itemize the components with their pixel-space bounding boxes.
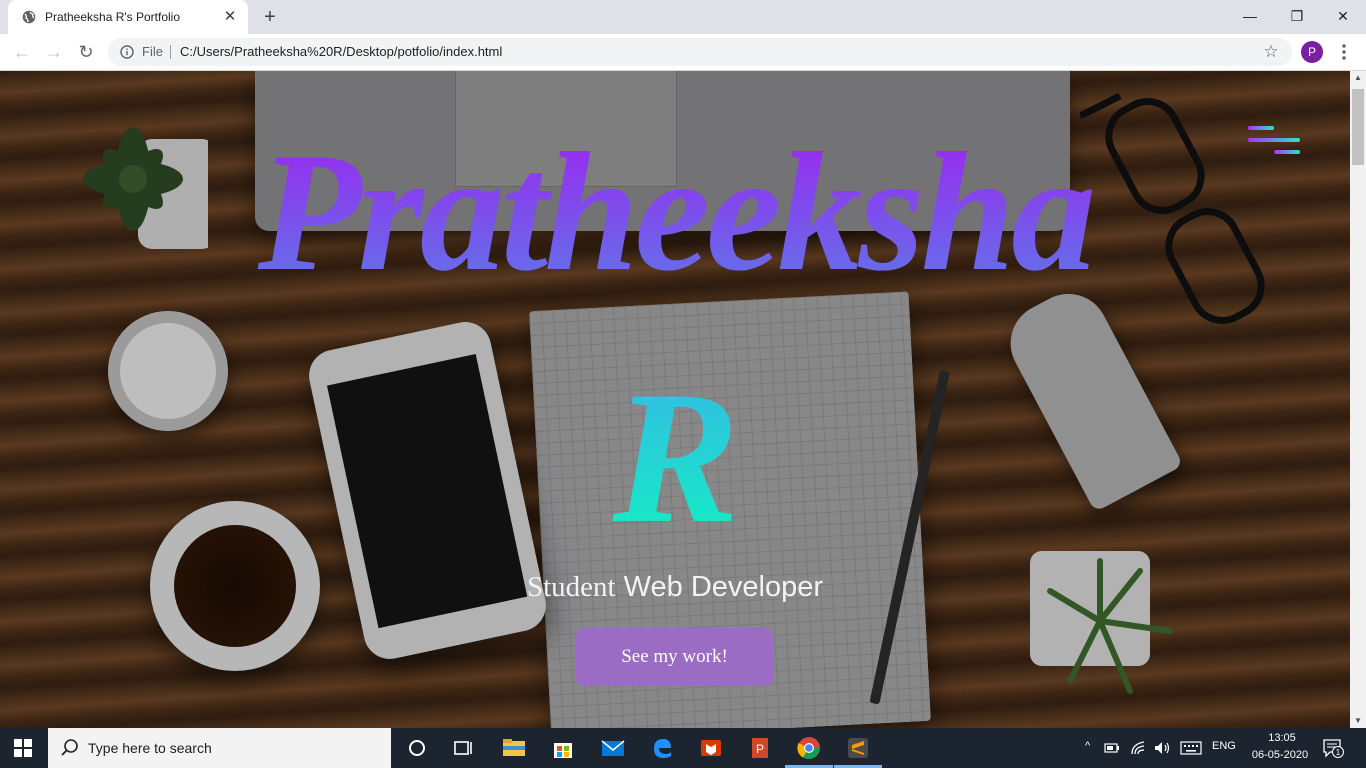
- page-viewport: Pratheeksha R Student Web Developer See …: [0, 71, 1350, 728]
- forward-button[interactable]: →: [44, 42, 64, 62]
- scroll-down-arrow-icon[interactable]: ▼: [1350, 714, 1366, 728]
- sublime-text-icon[interactable]: [846, 736, 870, 760]
- taskbar-search-box[interactable]: Type here to search: [48, 728, 391, 768]
- menu-line-bottom: [1274, 150, 1300, 154]
- keyboard-icon[interactable]: [1180, 740, 1202, 756]
- tray-chevron-icon[interactable]: ^: [1085, 740, 1090, 752]
- tab-close-icon[interactable]: ✕: [222, 9, 238, 25]
- task-view-icon[interactable]: [452, 736, 476, 760]
- info-icon[interactable]: [120, 45, 134, 59]
- tray-time[interactable]: 13:05: [1262, 732, 1302, 744]
- svg-text:R: R: [612, 353, 740, 541]
- file-explorer-icon[interactable]: [502, 736, 526, 760]
- more-menu-icon[interactable]: [1336, 43, 1352, 61]
- subtitle-student: Student: [526, 571, 616, 603]
- scheme-label: File: [142, 44, 163, 59]
- hero-initial: R: [612, 353, 740, 541]
- svg-text:Pratheeksha: Pratheeksha: [257, 119, 1092, 299]
- windows-taskbar: Type here to search P ^ ENG 13:05 06-05-…: [0, 728, 1366, 768]
- svg-text:1: 1: [1336, 748, 1341, 757]
- menu-line-top: [1248, 126, 1274, 130]
- wifi-icon[interactable]: [1130, 740, 1146, 756]
- tab-strip: Pratheeksha R's Portfolio ✕ + — ❐ ✕: [0, 0, 1366, 34]
- mail-icon[interactable]: [601, 736, 625, 760]
- edge-icon[interactable]: [650, 736, 674, 760]
- minimize-button[interactable]: —: [1240, 6, 1260, 26]
- reload-button[interactable]: ↻: [76, 42, 96, 62]
- new-tab-button[interactable]: +: [260, 7, 280, 27]
- notification-icon[interactable]: 1: [1322, 738, 1344, 758]
- office-icon[interactable]: [699, 736, 723, 760]
- address-separator: [170, 45, 171, 59]
- hero-subtitle: Student Web Developer: [0, 571, 1350, 604]
- close-window-button[interactable]: ✕: [1333, 6, 1353, 26]
- profile-avatar[interactable]: P: [1301, 41, 1323, 63]
- tray-date[interactable]: 06-05-2020: [1245, 749, 1315, 761]
- scroll-up-arrow-icon[interactable]: ▲: [1350, 71, 1366, 85]
- bookmark-star-icon[interactable]: ☆: [1262, 43, 1280, 61]
- subtitle-role: Web Developer: [623, 571, 824, 603]
- url-text[interactable]: C:/Users/Pratheeksha%20R/Desktop/potfoli…: [180, 44, 502, 59]
- battery-icon[interactable]: [1104, 740, 1120, 756]
- menu-line-middle: [1248, 138, 1300, 142]
- page-scrollbar[interactable]: ▲ ▼: [1350, 71, 1366, 728]
- browser-tab[interactable]: Pratheeksha R's Portfolio ✕: [8, 0, 248, 34]
- address-bar[interactable]: File C:/Users/Pratheeksha%20R/Desktop/po…: [108, 38, 1292, 66]
- windows-start-icon[interactable]: [14, 739, 32, 757]
- search-icon: [61, 739, 78, 756]
- browser-toolbar: ← → ↻ File C:/Users/Pratheeksha%20R/Desk…: [0, 34, 1366, 71]
- chrome-icon[interactable]: [797, 736, 821, 760]
- language-indicator[interactable]: ENG: [1212, 740, 1236, 752]
- hamburger-menu-icon[interactable]: [1248, 126, 1300, 156]
- svg-text:P: P: [756, 742, 764, 756]
- cortana-icon[interactable]: [405, 736, 429, 760]
- see-my-work-button[interactable]: See my work!: [575, 628, 774, 686]
- search-placeholder: Type here to search: [88, 740, 212, 756]
- volume-icon[interactable]: [1154, 740, 1172, 756]
- tab-title: Pratheeksha R's Portfolio: [45, 10, 181, 24]
- back-button[interactable]: ←: [12, 42, 32, 62]
- hero-name: Pratheeksha: [257, 119, 1096, 299]
- store-icon[interactable]: [551, 736, 575, 760]
- globe-icon: [22, 10, 36, 24]
- powerpoint-icon[interactable]: P: [748, 736, 772, 760]
- maximize-button[interactable]: ❐: [1287, 6, 1307, 26]
- scroll-thumb[interactable]: [1352, 89, 1364, 165]
